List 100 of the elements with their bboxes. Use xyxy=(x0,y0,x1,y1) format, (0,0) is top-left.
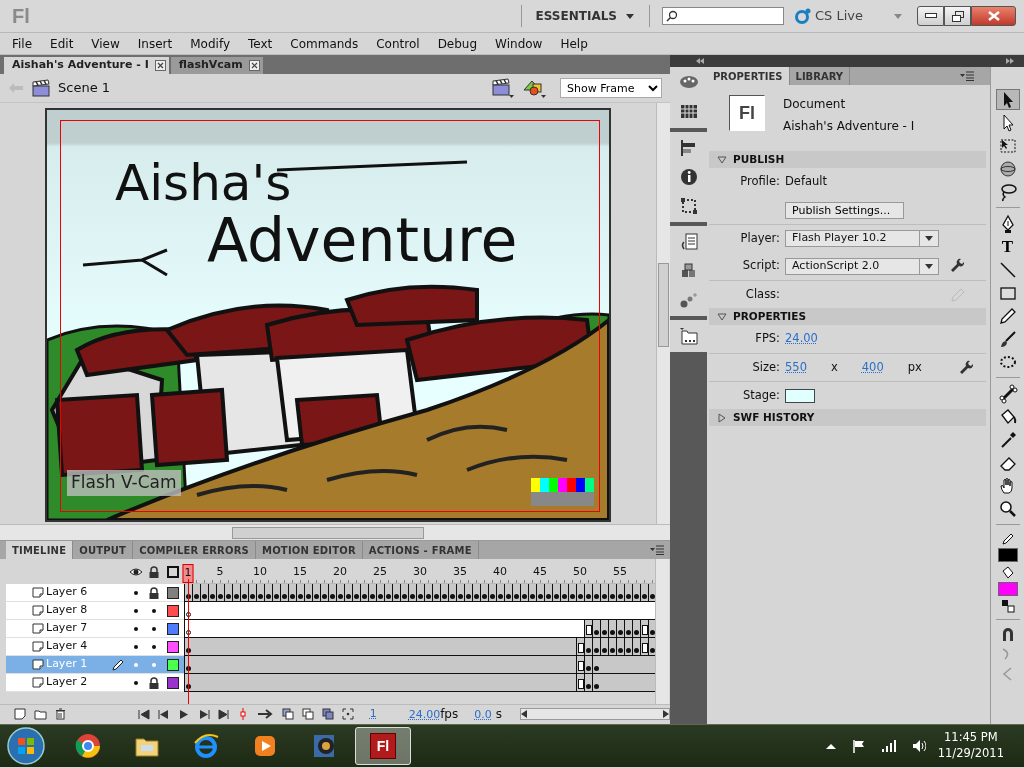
keyframe-dot[interactable] xyxy=(266,594,271,599)
keyframe-dot[interactable] xyxy=(242,594,247,599)
step-back-icon[interactable] xyxy=(157,708,170,720)
first-frame-icon[interactable] xyxy=(137,708,150,720)
last-frame-icon[interactable] xyxy=(217,708,230,720)
keyframe-dot[interactable] xyxy=(322,594,327,599)
menu-item[interactable]: Help xyxy=(554,34,594,53)
keyframe-dot[interactable] xyxy=(306,594,311,599)
shapes-icon[interactable] xyxy=(522,78,546,98)
menu-item[interactable]: Insert xyxy=(131,34,179,53)
keyframe-dot[interactable] xyxy=(618,630,623,635)
start-orb-icon[interactable] xyxy=(6,726,46,766)
close-icon[interactable] xyxy=(154,60,166,71)
keyframe-dot[interactable] xyxy=(610,648,615,653)
keyframe-dot[interactable] xyxy=(330,594,335,599)
collapse-icon[interactable] xyxy=(696,58,704,64)
signal-bars-icon[interactable] xyxy=(881,740,896,752)
keyframe-dot[interactable] xyxy=(234,594,239,599)
lock-dot-icon[interactable] xyxy=(152,626,156,631)
keyframe-dot[interactable] xyxy=(474,594,479,599)
keyframe-dot[interactable] xyxy=(610,594,615,599)
onion-skin-icon[interactable] xyxy=(281,708,294,720)
keyframe-dot[interactable] xyxy=(562,594,567,599)
minimize-button[interactable] xyxy=(917,6,944,26)
fps-field[interactable]: 24.00 xyxy=(785,330,818,348)
wrench-icon[interactable] xyxy=(949,258,965,274)
keyframe-dot[interactable] xyxy=(586,594,591,599)
lock-dot-icon[interactable] xyxy=(152,644,156,649)
keyframe-dot[interactable] xyxy=(442,594,447,599)
dropdown[interactable]: ActionScript 2.0 xyxy=(785,257,939,275)
view-select[interactable]: Show Frame xyxy=(560,78,662,98)
transform-icon[interactable] xyxy=(678,196,699,216)
keyframe-dot[interactable] xyxy=(522,594,527,599)
keyframe-dot[interactable] xyxy=(546,594,551,599)
menu-item[interactable]: View xyxy=(85,34,126,53)
keyframe-dot[interactable] xyxy=(618,594,623,599)
cs-live-button[interactable]: CS Live xyxy=(794,6,863,26)
info-icon[interactable] xyxy=(678,167,699,187)
keyframe-dot[interactable] xyxy=(626,648,631,653)
keyframe-dot[interactable] xyxy=(554,594,559,599)
flag-icon[interactable] xyxy=(851,739,866,753)
visibility-dot-icon[interactable] xyxy=(134,644,138,649)
menu-item[interactable]: File xyxy=(6,34,39,53)
menu-item[interactable]: Text xyxy=(242,34,279,53)
clapperboard-icon[interactable] xyxy=(492,78,514,98)
keyframe-dot[interactable] xyxy=(578,594,583,599)
section-header[interactable]: SWF HISTORY xyxy=(709,409,986,426)
lock-dot-icon[interactable] xyxy=(152,662,156,667)
menu-item[interactable]: Window xyxy=(489,34,549,53)
scrollbar[interactable] xyxy=(656,103,670,524)
keyframe-dot[interactable] xyxy=(450,594,455,599)
play-icon[interactable] xyxy=(177,708,190,720)
keyframe-dot[interactable] xyxy=(354,594,359,599)
visibility-dot-icon[interactable] xyxy=(134,590,138,595)
outline-color-swatch[interactable] xyxy=(167,622,179,635)
frame-cell[interactable] xyxy=(192,656,200,673)
keyframe-dot[interactable] xyxy=(610,630,615,635)
swap-colors-icon[interactable] xyxy=(999,598,1016,614)
loop-icon[interactable] xyxy=(255,709,274,719)
multiple-frames-icon[interactable] xyxy=(321,708,334,720)
keyframe-dot[interactable] xyxy=(202,594,207,599)
layer-row[interactable]: Layer 7 xyxy=(6,620,184,638)
keyframe-dot[interactable] xyxy=(194,594,199,599)
keyframe-dot[interactable] xyxy=(370,594,375,599)
keyframe-dot[interactable] xyxy=(570,594,575,599)
keyframe-dot[interactable] xyxy=(362,594,367,599)
restore-button[interactable] xyxy=(944,6,971,26)
dropdown[interactable]: Flash Player 10.2 xyxy=(785,230,939,247)
keyframe-dot[interactable] xyxy=(626,630,631,635)
visibility-dot-icon[interactable] xyxy=(134,608,138,613)
horizontal-scrollbar[interactable] xyxy=(520,708,670,720)
step-forward-icon[interactable] xyxy=(197,708,210,720)
folder-grid-icon[interactable] xyxy=(678,326,699,346)
speaker-icon[interactable] xyxy=(911,739,926,753)
keyframe-dot[interactable] xyxy=(586,648,591,653)
keyframe-dot[interactable] xyxy=(314,594,319,599)
keyframe-dot[interactable] xyxy=(346,594,351,599)
keyframe-dot[interactable] xyxy=(594,630,599,635)
tool-button[interactable] xyxy=(995,89,1020,110)
keyframe-dot[interactable] xyxy=(602,630,607,635)
menu-item[interactable]: Modify xyxy=(184,34,236,53)
visibility-dot-icon[interactable] xyxy=(134,680,138,685)
panel-tab[interactable]: TIMELINE xyxy=(6,541,74,559)
keyframe-dot[interactable] xyxy=(274,594,279,599)
expand-icon[interactable] xyxy=(1006,58,1014,64)
keyframe-dot[interactable] xyxy=(418,594,423,599)
scroll-thumb[interactable] xyxy=(658,263,669,347)
up-arrow-icon[interactable] xyxy=(825,742,836,750)
keyframe-dot[interactable] xyxy=(602,648,607,653)
width-field[interactable]: 550 xyxy=(785,358,807,377)
onion-outline-icon[interactable] xyxy=(301,708,314,720)
keyframe-dot[interactable] xyxy=(466,594,471,599)
outline-color-swatch[interactable] xyxy=(167,676,179,689)
frame-cell[interactable] xyxy=(568,638,576,655)
keyframe-dot[interactable] xyxy=(298,594,303,599)
frame-cell[interactable] xyxy=(568,656,576,673)
keyframe-dot[interactable] xyxy=(458,594,463,599)
visibility-dot-icon[interactable] xyxy=(134,626,138,631)
menu-item[interactable]: Debug xyxy=(431,34,484,53)
keyframe-dot[interactable] xyxy=(602,594,607,599)
